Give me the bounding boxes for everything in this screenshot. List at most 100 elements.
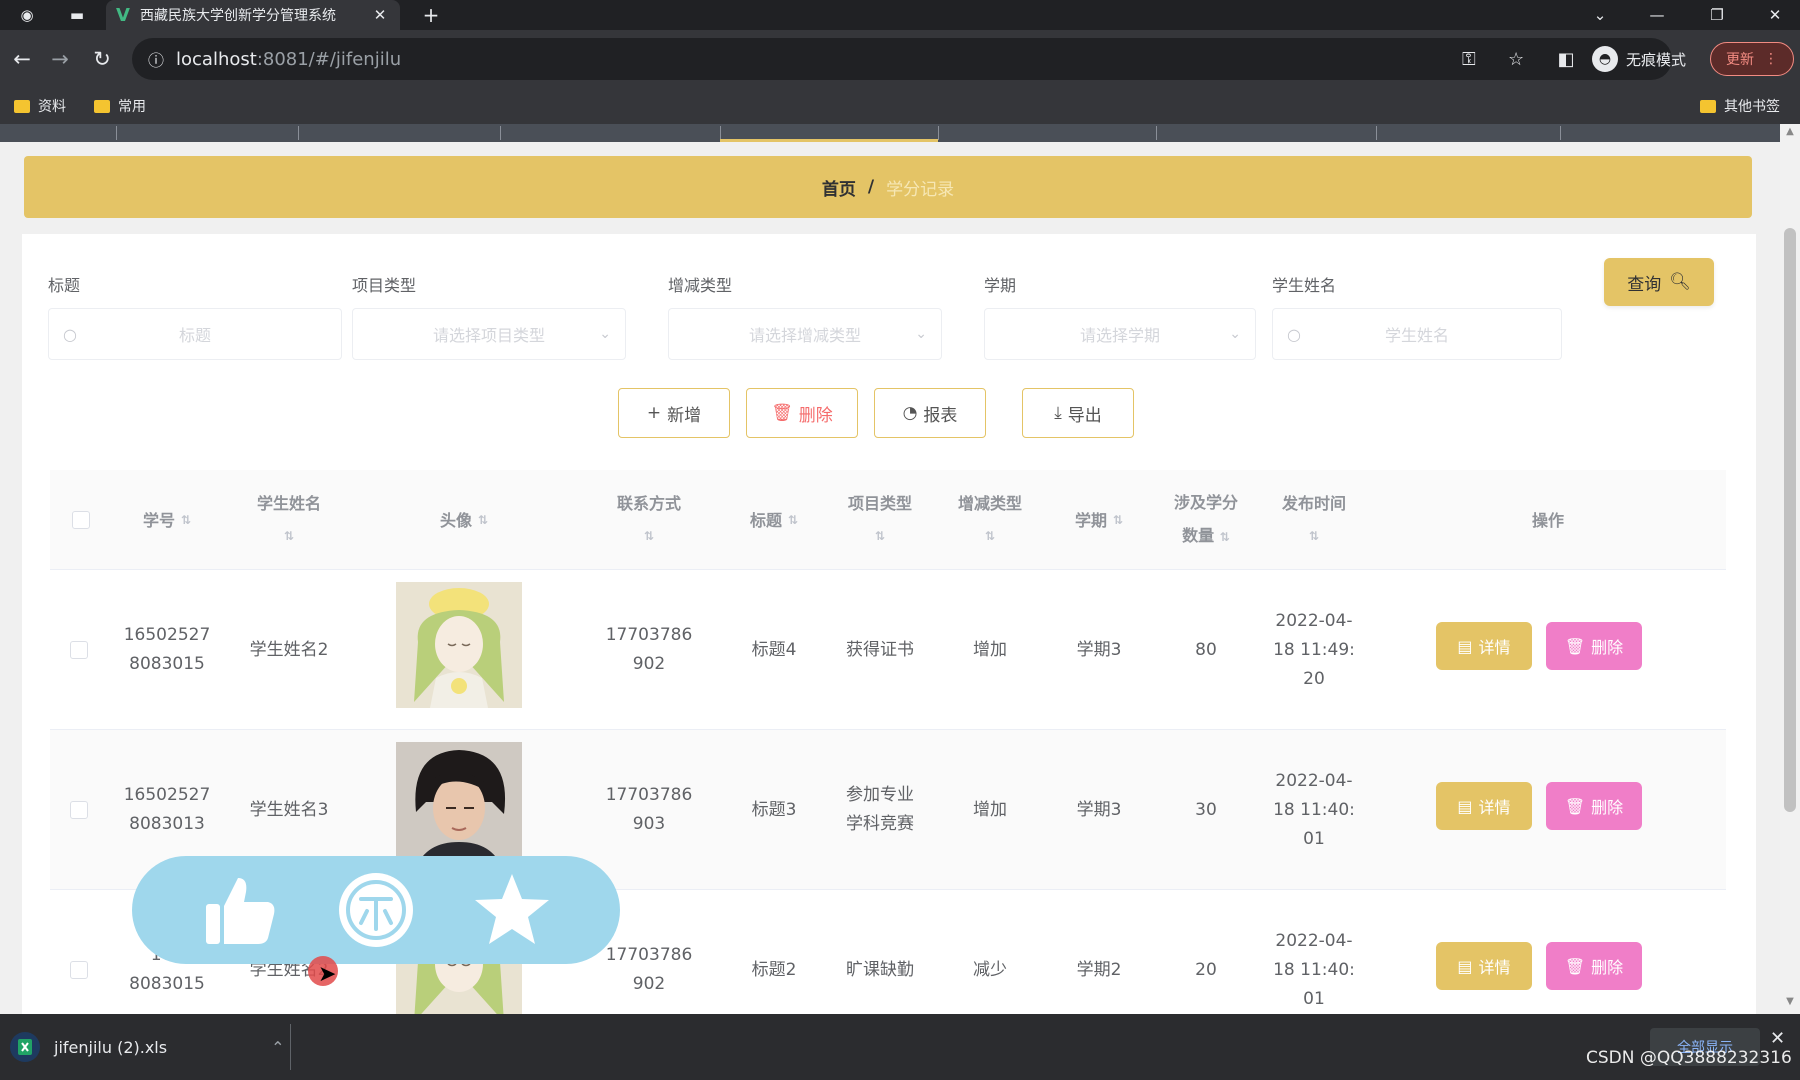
tab-list-chevron-icon[interactable]: ⌄ <box>1575 0 1625 30</box>
sort-icon[interactable]: ⇅ <box>644 520 654 553</box>
scrollbar-thumb[interactable] <box>1784 228 1796 812</box>
download-item[interactable]: jifenjilu (2).xls ⌃ <box>10 1024 284 1070</box>
export-button[interactable]: ⤓ 导出 <box>1022 388 1134 438</box>
cell-project-type: 参加专业 学科竞赛 <box>824 730 936 890</box>
browser-tab[interactable]: V 西藏民族大学创新学分管理系统 ✕ <box>106 0 400 30</box>
browser-menu-icon[interactable]: ◉ <box>16 4 38 26</box>
forward-arrow-icon[interactable]: → <box>44 43 76 75</box>
bookmark-star-icon[interactable]: ☆ <box>1508 38 1524 80</box>
cell-credits: 30 <box>1195 799 1217 820</box>
reload-icon[interactable]: ↻ <box>86 43 118 75</box>
nav-menu-item[interactable] <box>500 126 501 140</box>
update-button[interactable]: 更新 ⋮ <box>1710 42 1794 76</box>
header-credits[interactable]: 涉及学分 数量 ⇅ <box>1154 470 1258 570</box>
detail-button[interactable]: ▤ 详情 <box>1436 782 1532 830</box>
nav-menu-item[interactable] <box>298 126 299 140</box>
report-button[interactable]: ◔ 报表 <box>874 388 986 438</box>
header-project-type[interactable]: 项目类型 ⇅ <box>824 470 936 570</box>
address-bar[interactable]: ⓘ localhost :8081/#/jifenjilu ⚿ ☆ <box>132 38 1672 80</box>
star-icon[interactable] <box>472 870 552 950</box>
young-man-avatar <box>396 742 522 868</box>
vertical-scrollbar[interactable]: ▲ ▼ <box>1780 124 1800 1014</box>
restore-button[interactable]: ❐ <box>1692 0 1742 30</box>
sort-icon[interactable]: ⇅ <box>1220 530 1230 544</box>
browser-toolbar: ← → ↻ ⓘ localhost :8081/#/jifenjilu ⚿ ☆ … <box>0 30 1800 88</box>
header-label: 涉及学分 <box>1173 493 1238 512</box>
excel-file-icon <box>10 1032 40 1062</box>
search-icon: ○ <box>1287 324 1301 344</box>
back-arrow-icon[interactable]: ← <box>6 43 38 75</box>
avatar-image[interactable] <box>396 582 522 708</box>
sort-icon[interactable]: ⇅ <box>181 504 191 537</box>
row-delete-button[interactable]: 🗑︎ 删除 <box>1546 782 1642 830</box>
coin-icon[interactable] <box>336 870 416 950</box>
term-select[interactable]: 请选择学期 ⌄ <box>984 308 1256 360</box>
header-change-type[interactable]: 增减类型 ⇅ <box>936 470 1044 570</box>
scroll-down-arrow-icon[interactable]: ▼ <box>1780 996 1800 1012</box>
nav-menu-item[interactable] <box>720 126 721 140</box>
chevron-up-icon[interactable]: ⌃ <box>271 1038 284 1057</box>
password-key-icon[interactable]: ⚿ <box>1462 38 1476 80</box>
cell-term: 学期2 <box>1076 959 1122 980</box>
change-type-select[interactable]: 请选择增减类型 ⌄ <box>668 308 942 360</box>
row-delete-button[interactable]: 🗑︎ 删除 <box>1546 622 1642 670</box>
row-checkbox[interactable] <box>70 801 88 819</box>
header-student-no[interactable]: 学号 ⇅ <box>110 470 224 570</box>
site-info-icon[interactable]: ⓘ <box>148 47 176 71</box>
sort-icon[interactable]: ⇅ <box>284 520 294 553</box>
title-search-input[interactable]: ○ 标题 <box>48 308 342 360</box>
bookmark-folder-ziliao[interactable]: 资料 <box>14 88 66 124</box>
header-title[interactable]: 标题 ⇅ <box>724 470 824 570</box>
new-tab-button[interactable]: + <box>420 3 442 27</box>
query-button[interactable]: 查询 🔍︎ <box>1604 258 1714 306</box>
sort-icon[interactable]: ⇅ <box>1309 520 1319 553</box>
incognito-indicator[interactable]: ◓ 无痕模式 <box>1592 38 1686 80</box>
add-button[interactable]: + 新增 <box>618 388 730 438</box>
header-term[interactable]: 学期 ⇅ <box>1044 470 1154 570</box>
close-download-bar-icon[interactable]: ✕ <box>1770 1028 1785 1049</box>
close-window-button[interactable]: ✕ <box>1750 0 1800 30</box>
sort-icon[interactable]: ⇅ <box>478 504 488 537</box>
row-checkbox[interactable] <box>70 641 88 659</box>
bookmark-folder-other[interactable]: 其他书签 <box>1700 88 1780 124</box>
select-all-checkbox[interactable] <box>72 511 90 529</box>
tab-close-icon[interactable]: ✕ <box>370 6 390 24</box>
nav-menu-item[interactable] <box>938 126 939 140</box>
scroll-up-arrow-icon[interactable]: ▲ <box>1780 126 1800 142</box>
bookmark-folder-changyong[interactable]: 常用 <box>94 88 146 124</box>
nav-menu-item[interactable] <box>1560 126 1561 140</box>
download-filename: jifenjilu (2).xls <box>54 1037 168 1057</box>
cell-text: 903 <box>632 814 666 834</box>
term-placeholder: 请选择学期 <box>1079 326 1160 345</box>
nav-menu-item[interactable] <box>1156 126 1157 140</box>
project-type-select[interactable]: 请选择项目类型 ⌄ <box>352 308 626 360</box>
tab-search-icon[interactable]: ▬ <box>66 4 88 26</box>
detail-button[interactable]: ▤ 详情 <box>1436 942 1532 990</box>
thumbs-up-icon[interactable] <box>200 870 280 950</box>
title-placeholder: 标题 <box>178 326 211 345</box>
row-checkbox[interactable] <box>70 961 88 979</box>
header-student-name[interactable]: 学生姓名 ⇅ <box>224 470 354 570</box>
side-panel-icon[interactable]: ◧ <box>1550 43 1582 75</box>
header-label: 操作 <box>1531 510 1564 530</box>
nav-menu-item[interactable] <box>1376 126 1377 140</box>
batch-delete-button[interactable]: 🗑︎ 删除 <box>746 388 858 438</box>
sort-icon[interactable]: ⇅ <box>1113 504 1123 537</box>
avatar-image[interactable] <box>396 742 522 868</box>
sort-icon[interactable]: ⇅ <box>788 504 798 537</box>
detail-button[interactable]: ▤ 详情 <box>1436 622 1532 670</box>
sort-icon[interactable]: ⇅ <box>875 520 885 553</box>
document-icon: ▤ <box>1457 956 1473 976</box>
like-coin-favorite-overlay <box>132 856 620 964</box>
student-name-search-input[interactable]: ○ 学生姓名 <box>1272 308 1562 360</box>
add-label: 新增 <box>667 405 702 426</box>
nav-menu-item[interactable] <box>116 126 117 140</box>
header-avatar[interactable]: 头像 ⇅ <box>354 470 574 570</box>
row-delete-button[interactable]: 🗑︎ 删除 <box>1546 942 1642 990</box>
header-publish-time[interactable]: 发布时间 ⇅ <box>1258 470 1370 570</box>
sort-icon[interactable]: ⇅ <box>985 520 995 553</box>
header-contact[interactable]: 联系方式 ⇅ <box>574 470 724 570</box>
minimize-button[interactable]: — <box>1632 0 1682 30</box>
breadcrumb-home[interactable]: 首页 <box>822 175 856 200</box>
download-bar: jifenjilu (2).xls ⌃ 全部显示 ✕ <box>0 1014 1800 1080</box>
